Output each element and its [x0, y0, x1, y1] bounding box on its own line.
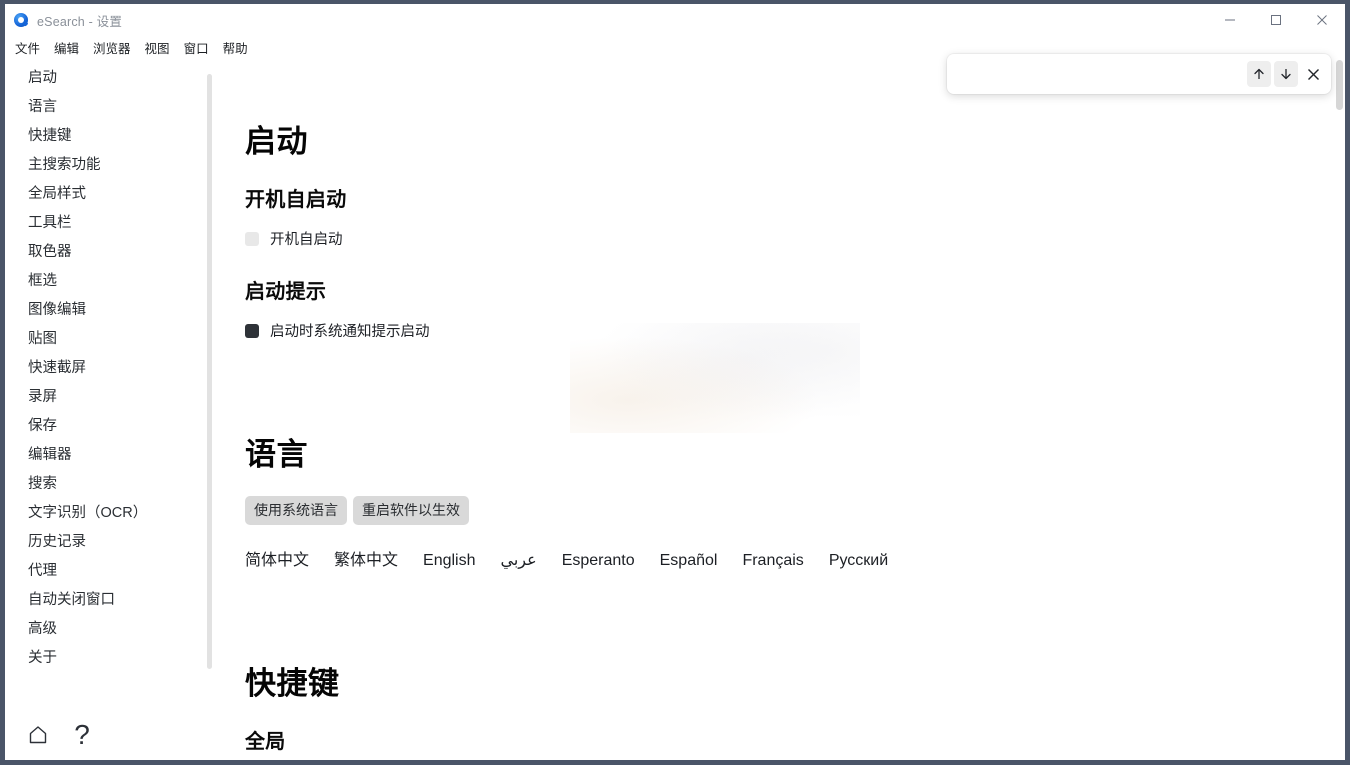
- sidebar-item-editor[interactable]: 编辑器: [5, 439, 205, 468]
- sidebar-item-advanced[interactable]: 高级: [5, 613, 205, 642]
- maximize-button[interactable]: [1253, 4, 1299, 36]
- question-mark-icon[interactable]: ?: [69, 721, 95, 749]
- menu-item-window[interactable]: 窗口: [184, 38, 209, 57]
- sidebar-item-startup[interactable]: 启动: [5, 62, 205, 91]
- section-spacer-2: [245, 570, 1337, 658]
- sidebar-item-toolbar[interactable]: 工具栏: [5, 207, 205, 236]
- sidebar-item-ocr[interactable]: 文字识别（OCR）: [5, 497, 205, 526]
- sidebar-item-history[interactable]: 历史记录: [5, 526, 205, 555]
- home-icon[interactable]: [25, 721, 51, 749]
- window-controls: [1207, 4, 1345, 36]
- checkbox-autostart[interactable]: [245, 231, 259, 246]
- menu-item-file[interactable]: 文件: [15, 38, 40, 57]
- checkbox-startup-notice[interactable]: [245, 323, 259, 338]
- sidebar-item-proxy[interactable]: 代理: [5, 555, 205, 584]
- language-option-zh-cn[interactable]: 简体中文: [245, 546, 309, 570]
- sidebar-item-image-edit[interactable]: 图像编辑: [5, 294, 205, 323]
- menu-item-help[interactable]: 帮助: [223, 38, 248, 57]
- sidebar-item-save[interactable]: 保存: [5, 410, 205, 439]
- minimize-button[interactable]: [1207, 4, 1253, 36]
- page-title-startup: 启动: [245, 124, 308, 159]
- heading-shortcuts-global: 全局: [245, 731, 286, 753]
- application-window: eSearch - 设置 文件 编辑 浏览器 视图 窗口 帮助 启动 语言 快捷…: [0, 0, 1350, 765]
- title-bar: eSearch - 设置: [5, 4, 1345, 36]
- sidebar-item-global-style[interactable]: 全局样式: [5, 178, 205, 207]
- sidebar-item-language[interactable]: 语言: [5, 91, 205, 120]
- window-title: eSearch - 设置: [37, 14, 123, 29]
- settings-content: 启动 开机自启动 开机自启动 启动提示 启动时系统通知提示启动 语言 使用系统语…: [215, 58, 1337, 760]
- chip-restart-to-apply[interactable]: 重启软件以生效: [353, 496, 469, 525]
- sidebar-item-auto-close[interactable]: 自动关闭窗口: [5, 584, 205, 613]
- sidebar-item-color-picker[interactable]: 取色器: [5, 236, 205, 265]
- checkbox-autostart-label: 开机自启动: [270, 232, 343, 248]
- find-input[interactable]: [957, 60, 1244, 88]
- esearch-logo-icon: [14, 12, 29, 28]
- page-title-language: 语言: [245, 437, 308, 472]
- sidebar-item-main-search[interactable]: 主搜索功能: [5, 149, 205, 178]
- heading-autostart: 开机自启动: [245, 189, 347, 211]
- chip-use-system-language[interactable]: 使用系统语言: [245, 496, 347, 525]
- language-option-spanish[interactable]: Español: [660, 552, 718, 570]
- language-option-zh-tw[interactable]: 繁体中文: [334, 546, 398, 570]
- arrow-up-icon[interactable]: [1247, 61, 1271, 87]
- menu-item-view[interactable]: 视图: [145, 38, 170, 57]
- sidebar-item-box-select[interactable]: 框选: [5, 265, 205, 294]
- setting-row-startup-notice[interactable]: 启动时系统通知提示启动: [245, 320, 1337, 341]
- sidebar-item-screen-record[interactable]: 录屏: [5, 381, 205, 410]
- menu-item-edit[interactable]: 编辑: [54, 38, 79, 57]
- arrow-down-icon[interactable]: [1274, 61, 1298, 87]
- language-option-russian[interactable]: Русский: [829, 552, 888, 570]
- sidebar-item-about[interactable]: 关于: [5, 642, 205, 671]
- page-title-shortcuts: 快捷键: [245, 666, 340, 701]
- sidebar-scrollbar[interactable]: [207, 74, 212, 669]
- language-option-esperanto[interactable]: Esperanto: [562, 552, 635, 570]
- find-bar: [947, 54, 1331, 94]
- content-scrollbar[interactable]: [1336, 60, 1343, 110]
- sidebar-item-shortcuts[interactable]: 快捷键: [5, 120, 205, 149]
- checkbox-startup-notice-label: 启动时系统通知提示启动: [270, 324, 430, 340]
- sidebar-item-sticker[interactable]: 贴图: [5, 323, 205, 352]
- language-option-english[interactable]: English: [423, 552, 475, 570]
- setting-row-autostart[interactable]: 开机自启动: [245, 228, 1337, 249]
- close-icon[interactable]: [1301, 61, 1325, 87]
- language-option-french[interactable]: Français: [742, 552, 803, 570]
- close-button[interactable]: [1299, 4, 1345, 36]
- language-option-list: 简体中文 繁体中文 English عربي Esperanto Español…: [245, 546, 1337, 570]
- sidebar-item-quick-capture[interactable]: 快速截屏: [5, 352, 205, 381]
- sidebar-item-search[interactable]: 搜索: [5, 468, 205, 497]
- language-chip-row: 使用系统语言 重启软件以生效: [245, 496, 1337, 525]
- menu-item-browser[interactable]: 浏览器: [93, 38, 131, 57]
- language-option-arabic[interactable]: عربي: [501, 550, 537, 570]
- heading-startup-notice: 启动提示: [245, 281, 327, 303]
- settings-sidebar[interactable]: 启动 语言 快捷键 主搜索功能 全局样式 工具栏 取色器 框选 图像编辑 贴图 …: [5, 58, 205, 713]
- bottom-bar: ?: [5, 710, 215, 760]
